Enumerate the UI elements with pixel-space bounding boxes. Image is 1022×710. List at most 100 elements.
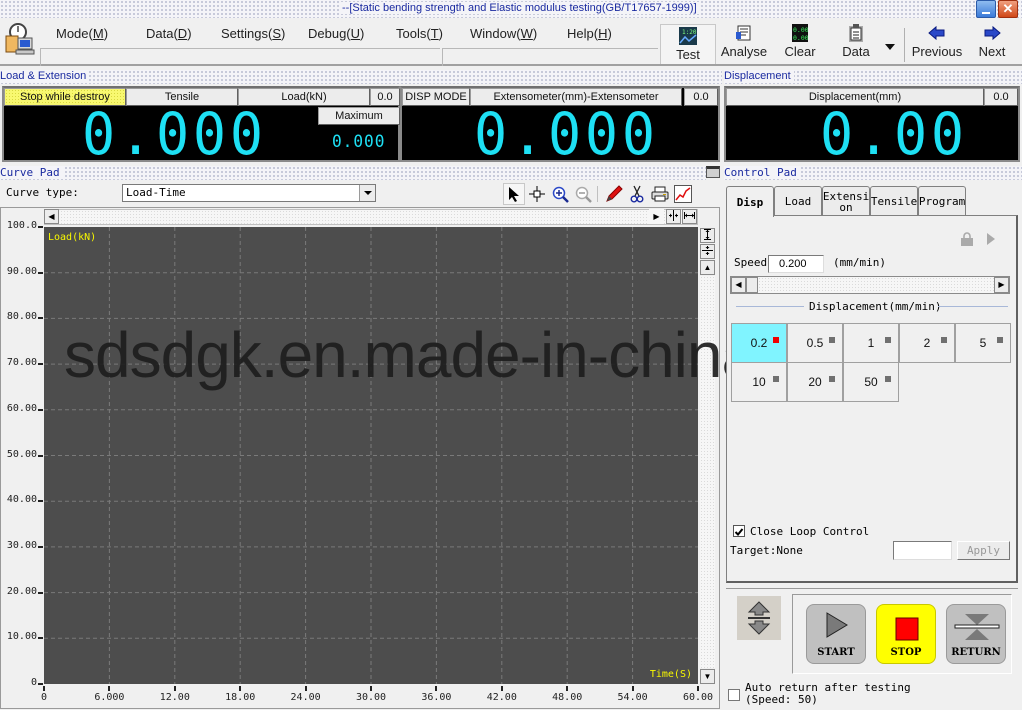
- clear-button[interactable]: 0.00 0.00 Clear: [782, 24, 818, 64]
- extension-range-button[interactable]: 0.0: [684, 88, 718, 106]
- preset-indicator-icon: [885, 376, 891, 382]
- y-zoom-out-button[interactable]: [700, 244, 715, 259]
- control-pad-header: Control Pad: [724, 166, 1022, 180]
- auto-return-checkbox[interactable]: [728, 689, 740, 701]
- speed-preset-button[interactable]: 20: [787, 362, 843, 402]
- previous-button[interactable]: Previous: [910, 24, 964, 64]
- zoom-out-tool[interactable]: [572, 183, 594, 205]
- test-button[interactable]: 1:20 Test: [660, 24, 716, 64]
- maximize-pad-icon[interactable]: [706, 166, 720, 178]
- speed-label: Speed: [734, 256, 768, 269]
- play-arrow-icon[interactable]: [986, 232, 996, 246]
- scroll-down-button[interactable]: ▼: [700, 669, 715, 684]
- curve-type-label: Curve type:: [6, 186, 79, 199]
- zoom-out-icon: [575, 186, 592, 203]
- tab-load[interactable]: Load: [774, 186, 822, 216]
- crosshair-tool[interactable]: [526, 183, 548, 205]
- toolbar-separator: [597, 186, 598, 202]
- maximum-button[interactable]: Maximum: [318, 107, 400, 125]
- checkmark-icon: [734, 528, 744, 536]
- tab-extension[interactable]: Extensi on: [822, 186, 870, 216]
- displacement-value-display: 0.00: [820, 100, 968, 168]
- menu-window[interactable]: Window(W): [470, 26, 537, 41]
- displacement-title: Displacement: [724, 70, 794, 82]
- y-zoom-in-button[interactable]: [700, 228, 715, 243]
- horizontal-scrollbar[interactable]: ◀ ▶: [44, 209, 698, 225]
- scroll-up-button[interactable]: ▲: [700, 260, 715, 275]
- menu-tools[interactable]: Tools(T): [396, 26, 443, 41]
- displacement-range-button[interactable]: 0.0: [984, 88, 1018, 106]
- zoom-in-tool[interactable]: [549, 183, 571, 205]
- lock-icon[interactable]: [960, 232, 974, 246]
- x-zoom-out-button[interactable]: [682, 209, 697, 224]
- zoom-in-icon: [552, 186, 569, 203]
- menu-divider: [442, 48, 658, 66]
- analyse-button[interactable]: Analyse: [720, 24, 768, 64]
- test-label: Test: [676, 47, 700, 62]
- data-dropdown-arrow-icon[interactable]: [885, 44, 895, 50]
- menu-debug[interactable]: Debug(U): [308, 26, 364, 41]
- speed-preset-button[interactable]: 2: [899, 323, 955, 363]
- slider-thumb[interactable]: [746, 277, 758, 293]
- x-tick-label: 6.000: [94, 692, 125, 703]
- target-input[interactable]: [893, 541, 952, 560]
- scroll-left-button[interactable]: ◀: [44, 209, 59, 224]
- speed-preset-button[interactable]: 1: [843, 323, 899, 363]
- preset-indicator-icon: [773, 337, 779, 343]
- slider-left-button[interactable]: ◀: [731, 277, 746, 293]
- speed-preset-button[interactable]: 5: [955, 323, 1011, 363]
- plot-area[interactable]: Load(kN) Time(S): [44, 227, 698, 684]
- x-tick-mark: [108, 686, 111, 691]
- scroll-right-button[interactable]: ▶: [649, 209, 664, 224]
- cut-tool[interactable]: [626, 183, 648, 205]
- speed-input[interactable]: 0.200: [768, 255, 824, 273]
- target-label: Target:None: [730, 544, 803, 557]
- print-tool[interactable]: [649, 183, 671, 205]
- preset-indicator-icon: [997, 337, 1003, 343]
- pointer-tool[interactable]: [503, 183, 525, 205]
- data-button[interactable]: Data: [838, 24, 874, 64]
- x-zoom-in-button[interactable]: [666, 209, 681, 224]
- disp-mode-button[interactable]: DISP MODE: [402, 88, 470, 106]
- red-pen-icon: [606, 185, 623, 202]
- speed-preset-button[interactable]: 50: [843, 362, 899, 402]
- apply-button[interactable]: Apply: [957, 541, 1010, 560]
- minimize-button[interactable]: [976, 0, 996, 18]
- tab-tensile[interactable]: Tensile: [870, 186, 918, 216]
- y-tick-mark: [38, 363, 43, 366]
- x-tick-label: 48.00: [552, 692, 583, 703]
- load-range-button[interactable]: 0.0: [370, 88, 400, 106]
- speed-preset-button[interactable]: 0.2: [731, 323, 787, 363]
- tab-disp[interactable]: Disp: [726, 186, 774, 217]
- next-button[interactable]: Next: [972, 24, 1012, 64]
- pen-tool[interactable]: [603, 183, 625, 205]
- y-tick-label: 40.00: [6, 494, 37, 506]
- slider-right-button[interactable]: ▶: [994, 277, 1009, 293]
- jog-button[interactable]: [737, 596, 781, 640]
- menu-mode[interactable]: Mode(M): [56, 26, 108, 41]
- close-loop-checkbox[interactable]: [733, 525, 745, 537]
- line-chart-icon: [674, 185, 692, 203]
- x-tick-label: 30.00: [355, 692, 387, 703]
- vertical-scrollbar[interactable]: [700, 276, 715, 668]
- return-button[interactable]: RETURN: [946, 604, 1006, 664]
- x-axis: 0 6.000 12.00 18.00 24.00 30.00 36.00 42.00 48.0…: [41, 684, 713, 708]
- curve-export-tool[interactable]: [672, 183, 694, 205]
- auto-return-speed: (Speed: 50): [745, 693, 818, 706]
- menu-help[interactable]: Help(H): [567, 26, 612, 41]
- speed-presets: 0.2 0.5 1 2 5 10 20 50: [731, 323, 1011, 403]
- menu-settings[interactable]: Settings(S): [221, 26, 285, 41]
- tab-program[interactable]: Program: [918, 186, 966, 216]
- speed-group-label: Displacement(mm/min): [809, 300, 942, 313]
- speed-preset-button[interactable]: 10: [731, 362, 787, 402]
- speed-slider[interactable]: ◀ ▶: [730, 276, 1010, 294]
- menu-data[interactable]: Data(D): [146, 26, 192, 41]
- start-button[interactable]: START: [806, 604, 866, 664]
- chevron-down-icon[interactable]: [359, 185, 375, 201]
- close-button[interactable]: ✕: [998, 0, 1018, 18]
- curve-type-select[interactable]: Load-Time: [122, 184, 376, 202]
- speed-preset-label: 0.5: [806, 336, 824, 350]
- stop-button[interactable]: STOP: [876, 604, 936, 664]
- arrow-left-icon: [928, 25, 945, 41]
- speed-preset-button[interactable]: 0.5: [787, 323, 843, 363]
